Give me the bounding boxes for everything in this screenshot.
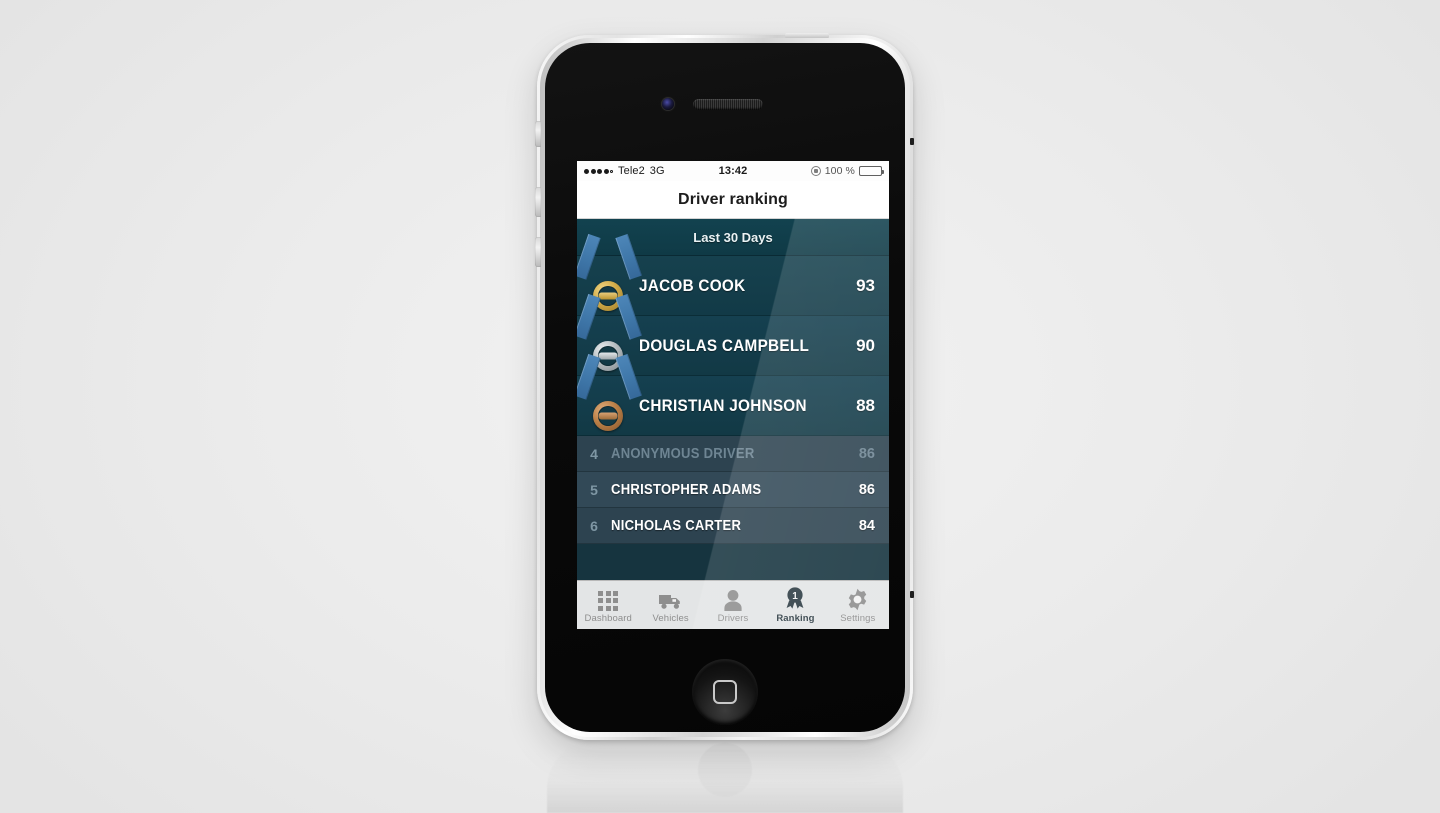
driver-name: ANONYMOUS DRIVER: [611, 445, 755, 462]
person-icon: [722, 587, 744, 611]
reflection-home-button: [698, 743, 752, 797]
driver-score: 93: [856, 275, 875, 295]
table-row[interactable]: CHRISTIAN JOHNSON 88: [577, 353, 889, 436]
svg-text:1: 1: [793, 591, 799, 602]
grid-icon: [598, 587, 619, 611]
table-row[interactable]: 6 NICHOLAS CARTER 84: [577, 508, 889, 544]
driver-score: 90: [856, 335, 875, 355]
truck-icon: [658, 587, 684, 611]
driver-score: 86: [858, 445, 875, 462]
driver-name: NICHOLAS CARTER: [611, 517, 742, 534]
bronze-steering-wheel-medal-icon: [577, 353, 642, 436]
phone-screen: Tele2 3G 13:42 100 % Driver ranking Last…: [577, 161, 889, 629]
period-label: Last 30 Days: [693, 229, 773, 245]
navigation-bar: Driver ranking: [577, 181, 889, 219]
medal-badge-icon: 1: [784, 586, 806, 611]
tab-ranking[interactable]: 1 Ranking: [764, 581, 826, 629]
tab-bar: Dashboard Vehicles Drivers 1 Ranking Set…: [577, 580, 889, 629]
home-button-icon[interactable]: [692, 659, 758, 725]
tab-label: Drivers: [717, 612, 749, 624]
gear-icon: [846, 587, 869, 611]
driver-score: 84: [858, 517, 875, 534]
volume-up-button-icon[interactable]: [535, 187, 541, 217]
volume-down-button-icon[interactable]: [535, 237, 541, 267]
rank-number: 6: [590, 517, 598, 534]
iphone-device: Tele2 3G 13:42 100 % Driver ranking Last…: [535, 33, 914, 740]
tab-label: Vehicles: [652, 612, 689, 624]
antenna-band-bottom: [910, 591, 914, 598]
tab-dashboard[interactable]: Dashboard: [577, 581, 639, 629]
tab-label: Dashboard: [584, 612, 632, 624]
home-button-glyph: [713, 680, 737, 704]
driver-ranking-list: JACOB COOK 93 DOUGLAS CAMPBELL 90 CHRIST…: [577, 233, 889, 544]
rank-number: 5: [590, 481, 598, 498]
driver-score: 86: [858, 481, 875, 498]
driver-name: JACOB COOK: [639, 275, 746, 295]
tab-settings[interactable]: Settings: [827, 581, 889, 629]
table-row[interactable]: 5 CHRISTOPHER ADAMS 86: [577, 472, 889, 508]
tab-label: Settings: [840, 612, 876, 624]
driver-name: CHRISTOPHER ADAMS: [611, 481, 762, 498]
power-button-icon[interactable]: [785, 33, 829, 38]
status-bar-right: 100 %: [810, 165, 884, 177]
driver-score: 88: [856, 395, 875, 415]
tab-drivers[interactable]: Drivers: [702, 581, 764, 629]
earpiece-speaker-icon: [693, 99, 763, 110]
front-camera-icon: [662, 98, 674, 110]
driver-name: DOUGLAS CAMPBELL: [639, 335, 810, 355]
rank-number: 4: [590, 445, 598, 462]
phone-reflection: [547, 742, 903, 813]
driver-name: CHRISTIAN JOHNSON: [639, 395, 807, 415]
device-front-face: Tele2 3G 13:42 100 % Driver ranking Last…: [545, 43, 905, 732]
page-title: Driver ranking: [678, 190, 788, 208]
battery-percent-label: 100 %: [824, 165, 855, 177]
table-row[interactable]: 4 ANONYMOUS DRIVER 86: [577, 436, 889, 472]
status-bar: Tele2 3G 13:42 100 %: [577, 161, 889, 181]
page-backdrop: Tele2 3G 13:42 100 % Driver ranking Last…: [0, 0, 1440, 813]
rotation-lock-icon: [810, 166, 821, 176]
tab-vehicles[interactable]: Vehicles: [639, 581, 701, 629]
tab-label: Ranking: [776, 612, 815, 624]
battery-full-icon: [859, 166, 884, 176]
mute-switch-icon[interactable]: [535, 121, 541, 147]
antenna-band-top: [910, 138, 914, 145]
